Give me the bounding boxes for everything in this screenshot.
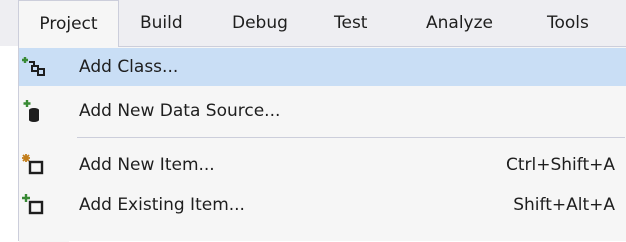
menu-item-add-new-data-source[interactable]: Add New Data Source... — [19, 92, 626, 130]
add-data-source-icon — [21, 99, 47, 123]
menu-test[interactable]: Test — [334, 0, 367, 46]
menu-tools[interactable]: Tools — [547, 0, 589, 46]
add-new-item-icon — [21, 153, 47, 177]
menu-build[interactable]: Build — [140, 0, 183, 46]
menu-item-shortcut: Ctrl+Shift+A — [505, 155, 615, 175]
menu-item-add-class[interactable]: Add Class... — [19, 48, 626, 86]
project-dropdown-menu: Add Class... Add New Data Source... Add … — [18, 46, 626, 242]
menu-item-label: Add New Data Source... — [79, 101, 281, 121]
menu-project[interactable]: Project — [18, 0, 119, 47]
add-class-icon — [21, 55, 47, 79]
add-existing-item-icon — [21, 193, 47, 217]
menu-bar: Project Build Debug Test Analyze Tools — [0, 0, 626, 47]
menu-separator — [77, 137, 625, 138]
menu-item-label: Add Existing Item... — [79, 195, 245, 215]
menu-item-add-existing-item[interactable]: Add Existing Item... Shift+Alt+A — [19, 186, 626, 224]
menu-item-add-new-item[interactable]: Add New Item... Ctrl+Shift+A — [19, 146, 626, 184]
menu-analyze[interactable]: Analyze — [426, 0, 493, 46]
menu-item-shortcut: Shift+Alt+A — [513, 195, 615, 215]
menu-debug[interactable]: Debug — [232, 0, 288, 46]
menu-item-label: Add New Item... — [79, 155, 215, 175]
menu-item-label: Add Class... — [79, 57, 179, 77]
